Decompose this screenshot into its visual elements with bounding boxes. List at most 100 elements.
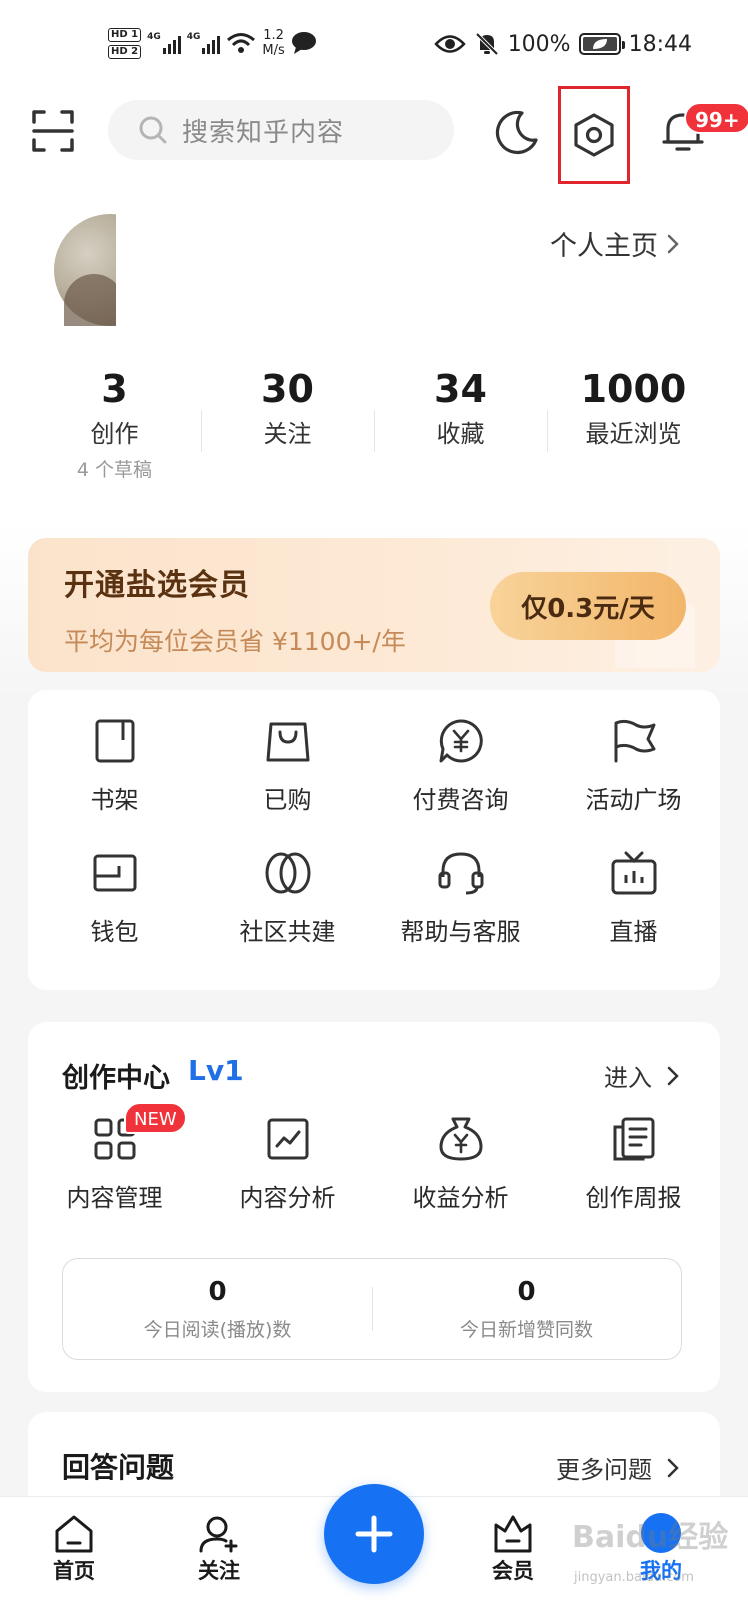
- message-icon: [291, 32, 316, 54]
- tools-row-1: 书架 已购 付费咨询 活动广场: [28, 716, 720, 815]
- paid-consult-icon: [439, 719, 483, 763]
- tool-purchased[interactable]: 已购: [201, 716, 374, 815]
- tool-paid-consult[interactable]: 付费咨询: [374, 716, 547, 815]
- creation-content-analysis[interactable]: 内容分析: [201, 1114, 374, 1213]
- create-post-button[interactable]: [324, 1484, 424, 1584]
- stat-value: 30: [261, 367, 314, 411]
- wallet-icon: [93, 854, 136, 892]
- profile-home-label: 个人主页: [550, 231, 658, 262]
- vip-title: 开通盐选会员: [64, 568, 250, 603]
- tool-help[interactable]: 帮助与客服: [374, 848, 547, 947]
- watermark: Baidu经验: [572, 1520, 729, 1555]
- nav-follow[interactable]: 关注: [174, 1513, 264, 1585]
- tool-label: 社区共建: [239, 918, 336, 946]
- stat-value: 34: [434, 367, 487, 411]
- stat-favorites[interactable]: 34 收藏: [374, 366, 547, 486]
- leaf-icon: [265, 852, 310, 894]
- search-placeholder: 搜索知乎内容: [182, 117, 345, 148]
- creation-weekly-report[interactable]: 创作周报: [547, 1114, 720, 1213]
- battery-percent: 100%: [507, 31, 571, 57]
- eye-icon: [433, 35, 466, 53]
- search-icon: [139, 116, 167, 144]
- status-left: HD 1 HD 2 4G 4G 1.2 M/s: [108, 22, 317, 64]
- today-reads[interactable]: 0 今日阅读(播放)数: [63, 1259, 372, 1359]
- today-value: 0: [208, 1276, 227, 1307]
- vip-subtitle: 平均为每位会员省 ¥1100+/年: [64, 627, 406, 656]
- status-bar: HD 1 HD 2 4G 4G 1.2 M/s 100% 18:44: [0, 0, 748, 86]
- vip-banner[interactable]: 开通盐选会员 平均为每位会员省 ¥1100+/年 仅0.3元/天: [28, 538, 720, 672]
- tool-label: 付费咨询: [412, 786, 509, 814]
- today-label: 今日新增赞同数: [459, 1318, 593, 1341]
- more-questions-link[interactable]: 更多问题: [556, 1450, 680, 1485]
- tool-wallet[interactable]: 钱包: [28, 848, 201, 947]
- stat-label: 收藏: [436, 420, 485, 448]
- nav-vip[interactable]: 会员: [468, 1513, 558, 1585]
- stat-label: 最近浏览: [585, 420, 682, 448]
- answer-title: 回答问题: [62, 1451, 175, 1484]
- watermark-url: jingyan.baidu.com: [574, 1570, 694, 1585]
- today-likes[interactable]: 0 今日新增赞同数: [372, 1259, 681, 1359]
- creation-enter-link[interactable]: 进入: [604, 1058, 680, 1093]
- home-icon: [55, 1515, 93, 1553]
- creation-level: Lv1: [188, 1054, 244, 1087]
- tool-label: 收益分析: [412, 1184, 509, 1212]
- leaf-mark: [592, 39, 607, 49]
- tool-label: 帮助与客服: [400, 918, 521, 946]
- scan-icon: [32, 110, 74, 152]
- tool-community[interactable]: 社区共建: [201, 848, 374, 947]
- nav-label: 关注: [198, 1559, 240, 1583]
- profile-stats: 3 创作 4 个草稿 30 关注 34 收藏 1000 最近浏览: [28, 366, 720, 486]
- creation-title: 创作中心: [62, 1063, 170, 1094]
- battery-icon: [578, 33, 625, 55]
- stat-following[interactable]: 30 关注: [201, 366, 374, 486]
- night-mode-button[interactable]: [492, 108, 540, 156]
- tool-live[interactable]: 直播: [547, 848, 720, 947]
- chart-icon: [267, 1118, 308, 1160]
- vip-price-button[interactable]: 仅0.3元/天: [490, 572, 686, 640]
- plus-icon: [355, 1515, 393, 1553]
- tool-activity[interactable]: 活动广场: [547, 716, 720, 815]
- follow-user-icon: [199, 1516, 238, 1553]
- settings-button[interactable]: [558, 86, 630, 184]
- money-bag-icon: [439, 1117, 482, 1161]
- nav-home[interactable]: 首页: [29, 1513, 119, 1585]
- chevron-right-icon: [667, 1066, 679, 1085]
- headset-icon: [438, 852, 483, 895]
- tool-label: 直播: [609, 918, 658, 946]
- tool-label: 已购: [263, 786, 312, 814]
- chevron-right-icon: [667, 1458, 679, 1477]
- moon-icon: [495, 110, 538, 154]
- tool-bookshelf[interactable]: 书架: [28, 716, 201, 815]
- today-value: 0: [517, 1276, 536, 1307]
- net-speed: 1.2 M/s: [262, 28, 285, 58]
- stat-drafts: 4 个草稿: [76, 459, 153, 481]
- stat-recent[interactable]: 1000 最近浏览: [547, 366, 720, 486]
- enter-label: 进入: [604, 1064, 652, 1092]
- stat-value: 1000: [580, 367, 687, 411]
- hd2-badge: HD 2: [108, 44, 142, 59]
- creation-income-analysis[interactable]: 收益分析: [374, 1114, 547, 1213]
- new-badge: NEW: [124, 1102, 187, 1134]
- stat-value: 3: [101, 367, 128, 411]
- mute-bell-icon: [475, 32, 499, 56]
- wifi-icon: [227, 33, 256, 53]
- stat-label: 创作: [90, 420, 139, 448]
- flag-icon: [614, 719, 655, 763]
- top-bar: 搜索知乎内容 99+: [0, 86, 748, 184]
- tool-label: 创作周报: [585, 1184, 682, 1212]
- tool-label: 书架: [90, 786, 139, 814]
- stat-creations[interactable]: 3 创作 4 个草稿: [28, 366, 201, 486]
- settings-hexagon-icon: [574, 113, 614, 157]
- signal1-icon: 4G: [147, 32, 181, 54]
- status-right: 100% 18:44: [433, 26, 692, 62]
- profile-home-link[interactable]: 个人主页: [550, 224, 680, 263]
- tool-label: 内容分析: [239, 1184, 336, 1212]
- avatar-shade: [64, 274, 116, 326]
- hd-indicators: HD 1 HD 2: [108, 27, 142, 59]
- crown-bag-icon: [494, 1515, 532, 1553]
- signal2-icon: 4G: [187, 32, 221, 54]
- scan-button[interactable]: [30, 108, 76, 154]
- avatar[interactable]: [54, 214, 116, 326]
- tool-label: 钱包: [90, 918, 139, 946]
- search-input[interactable]: 搜索知乎内容: [108, 100, 454, 160]
